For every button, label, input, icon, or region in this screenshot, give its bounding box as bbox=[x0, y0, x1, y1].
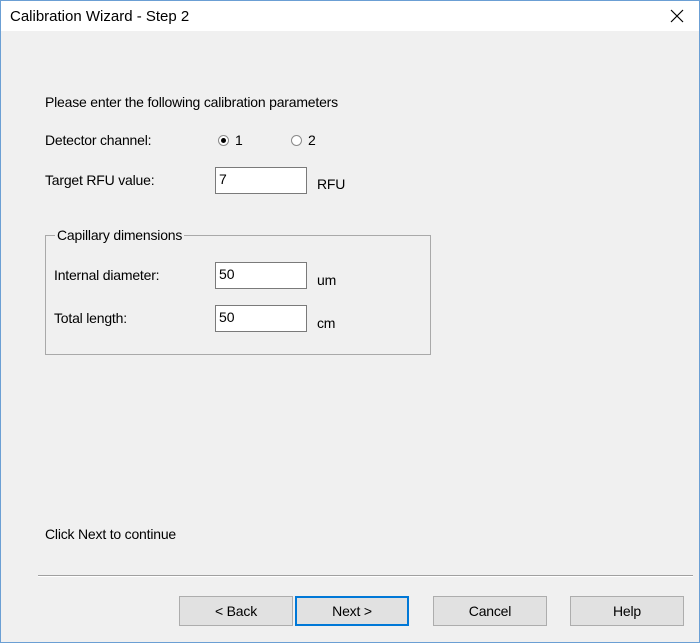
footer-hint: Click Next to continue bbox=[45, 526, 176, 542]
title-bar: Calibration Wizard - Step 2 bbox=[1, 1, 699, 31]
close-icon bbox=[670, 9, 684, 23]
detector-channel-radio-2[interactable]: 2 bbox=[291, 132, 316, 148]
capillary-dimensions-label: Capillary dimensions bbox=[55, 227, 185, 243]
radio-selected-icon bbox=[218, 134, 229, 146]
window-title: Calibration Wizard - Step 2 bbox=[10, 8, 190, 25]
total-length-label: Total length: bbox=[54, 310, 127, 326]
target-rfu-label: Target RFU value: bbox=[45, 172, 155, 188]
radio-2-label: 2 bbox=[308, 132, 316, 148]
back-button[interactable]: < Back bbox=[179, 596, 293, 626]
target-rfu-input[interactable]: 7 bbox=[215, 167, 307, 194]
internal-diameter-input[interactable]: 50 bbox=[215, 262, 307, 289]
detector-channel-radio-1[interactable]: 1 bbox=[218, 132, 243, 148]
detector-channel-label: Detector channel: bbox=[45, 132, 152, 148]
target-rfu-unit: RFU bbox=[317, 176, 346, 192]
internal-diameter-unit: um bbox=[317, 272, 337, 288]
total-length-input[interactable]: 50 bbox=[215, 305, 307, 332]
next-button[interactable]: Next > bbox=[295, 596, 409, 626]
capillary-dimensions-group bbox=[45, 235, 431, 355]
total-length-unit: cm bbox=[317, 315, 336, 331]
close-button[interactable] bbox=[655, 1, 699, 31]
radio-unselected-icon bbox=[291, 134, 302, 146]
internal-diameter-label: Internal diameter: bbox=[54, 267, 160, 283]
radio-1-label: 1 bbox=[235, 132, 243, 148]
button-separator bbox=[38, 575, 693, 577]
calibration-wizard-dialog: Calibration Wizard - Step 2 Please enter… bbox=[0, 0, 700, 643]
help-button[interactable]: Help bbox=[570, 596, 684, 626]
dialog-body: Please enter the following calibration p… bbox=[1, 31, 699, 642]
intro-text: Please enter the following calibration p… bbox=[45, 94, 338, 110]
cancel-button[interactable]: Cancel bbox=[433, 596, 547, 626]
